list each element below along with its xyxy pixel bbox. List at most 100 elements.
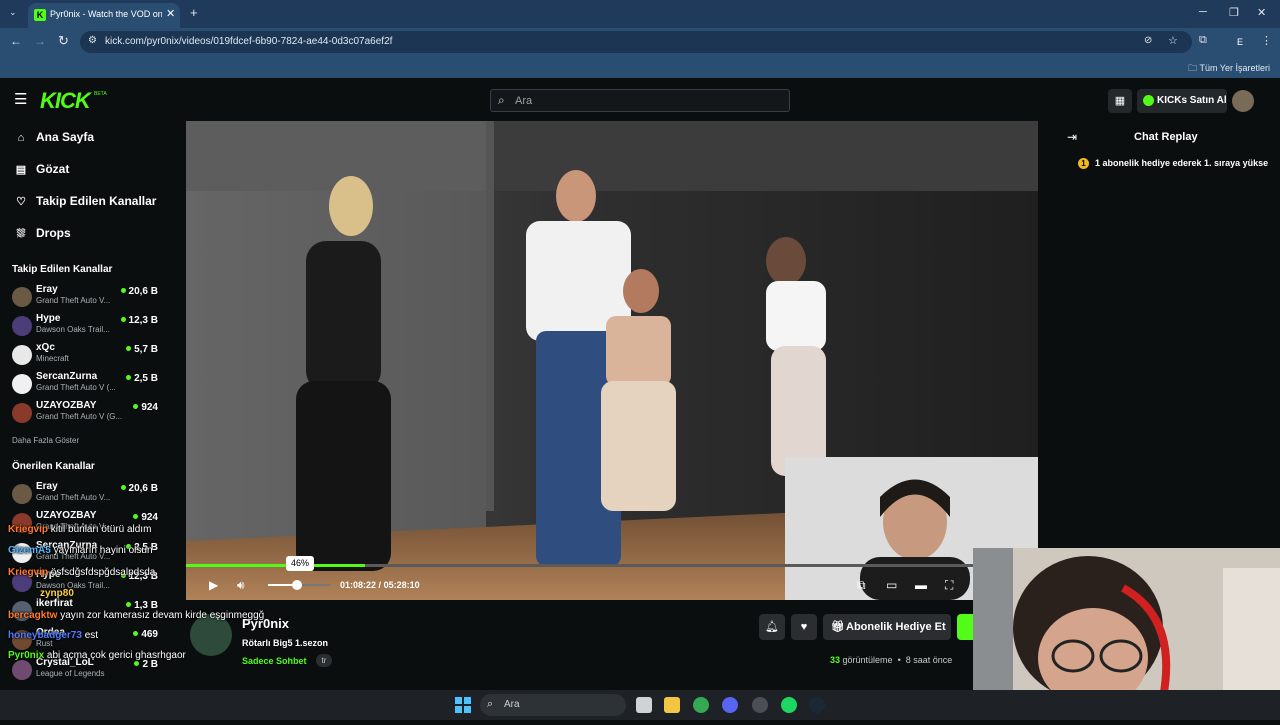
camera-blocked-icon[interactable]: ⊘ — [1144, 35, 1152, 46]
new-tab-icon[interactable]: + — [190, 5, 198, 20]
theater-mode-icon[interactable]: ▬ — [915, 578, 927, 592]
home-icon: ⌂ — [17, 132, 25, 144]
close-window-icon[interactable]: ✕ — [1257, 6, 1266, 19]
search-icon: ⌕ — [487, 698, 494, 710]
chat-text: yayınların hayini olsun — [53, 545, 153, 556]
category-link[interactable]: Sadece Sohbet — [242, 656, 307, 666]
bookmarks-bar: 🗀 Tüm Yer İşaretleri — [0, 56, 1280, 78]
channel-game: League of Legends — [36, 669, 105, 678]
chrome-icon[interactable] — [693, 697, 709, 713]
fullscreen-icon[interactable]: ⛶ — [945, 578, 953, 593]
followed-channel[interactable]: Hype Dawson Oaks Trail... 12,3 B — [10, 313, 162, 341]
volume-slider-handle[interactable] — [291, 580, 302, 590]
reload-icon[interactable]: ↻ — [58, 33, 69, 49]
channel-viewers: 12,3 B — [120, 315, 158, 326]
channel-name: UZAYOZBAY — [36, 400, 97, 411]
follow-heart-button[interactable]: ♥ — [791, 614, 817, 640]
miniplayer-icon[interactable]: ⧉ — [857, 578, 866, 593]
back-icon[interactable]: ← — [10, 34, 22, 48]
profile-icon[interactable]: E — [1231, 34, 1249, 50]
clip-icon[interactable]: ▭ — [886, 578, 897, 592]
channel-viewers: 20,6 B — [120, 483, 158, 494]
buy-kicks-button[interactable]: KICKs Satın Al — [1137, 89, 1227, 113]
url-field[interactable]: ⚙ kick.com/pyr0nix/videos/019fdcef-6b90-… — [80, 31, 1192, 53]
live-dot-icon — [126, 375, 132, 380]
followed-channel[interactable]: Eray Grand Theft Auto V... 20,6 B — [10, 284, 162, 312]
collapse-chat-icon[interactable]: ⇥ — [1067, 130, 1077, 144]
user-avatar[interactable] — [1232, 90, 1254, 112]
live-dot-icon — [126, 346, 132, 351]
channel-avatar — [12, 660, 32, 680]
play-icon[interactable]: ▶ — [209, 578, 218, 592]
site-header: ☰ KICK BETA ⌕ Ara ▦ KICKs Satın Al — [0, 81, 1280, 121]
search-input[interactable]: ⌕ Ara — [490, 89, 790, 112]
taskbar-search[interactable]: ⌕ Ara — [480, 694, 626, 716]
hamburger-menu-icon[interactable]: ☰ — [14, 90, 27, 108]
time-display: 01:08:22 / 05:28:10 — [340, 580, 420, 590]
tab-list-chevron-icon[interactable]: ⌄ — [9, 7, 17, 18]
followed-channel[interactable]: UZAYOZBAY Grand Theft Auto V (G... 924 — [10, 400, 162, 428]
drops-icon: ⛆ — [16, 228, 26, 240]
chat-username: Pyr0nix — [8, 650, 45, 661]
viewer-count: 5,7 B — [134, 344, 158, 355]
menu-dots-icon[interactable]: ⋮ — [1261, 34, 1272, 47]
pinned-text: 1 abonelik hediye ederek 1. sıraya yükse… — [1095, 158, 1268, 168]
channel-name: UZAYOZBAY — [36, 510, 97, 521]
channel-game: Dawson Oaks Trail... — [36, 325, 110, 334]
windows-start-icon[interactable] — [455, 697, 471, 713]
minimize-icon[interactable]: ─ — [1199, 6, 1207, 18]
channel-game: Grand Theft Auto V... — [36, 493, 111, 502]
viewer-count: 924 — [141, 402, 158, 413]
all-bookmarks-link[interactable]: 🗀 Tüm Yer İşaretleri — [1188, 61, 1270, 77]
folder-icon: 🗀 — [1188, 63, 1200, 73]
channel-name: ikerfirat — [36, 598, 73, 609]
site-info-icon[interactable]: ⚙ — [88, 35, 97, 46]
time-ago: 8 saat önce — [905, 655, 953, 665]
gift-sub-button[interactable]: 🎁︎ Abonelik Hediye Et — [823, 614, 951, 640]
nav-browse-label: Gözat — [36, 162, 70, 176]
kick-logo[interactable]: KICK — [40, 88, 91, 114]
chat-username: honeybadger73 — [8, 630, 82, 641]
steam-icon[interactable] — [809, 697, 825, 713]
channel-avatar — [12, 403, 32, 423]
extensions-icon[interactable]: ⧉ — [1199, 34, 1207, 47]
recommended-channel[interactable]: Crystal_LoL League of Legends 2 B — [10, 657, 162, 685]
channel-game: Minecraft — [36, 354, 69, 363]
language-tag[interactable]: tr — [316, 654, 332, 667]
viewer-count: 20,6 B — [128, 483, 158, 494]
volume-tooltip: 46% — [286, 556, 314, 571]
volume-icon[interactable]: 🔊︎ — [237, 578, 245, 593]
forward-icon[interactable]: → — [34, 34, 46, 48]
channel-avatar — [12, 484, 32, 504]
viewer-count: 2,5 B — [134, 373, 158, 384]
discord-icon[interactable] — [722, 697, 738, 713]
address-bar-row: ← → ↻ ⚙ kick.com/pyr0nix/videos/019fdcef… — [0, 28, 1280, 56]
chat-text: est — [84, 630, 99, 641]
viewer-count: 20,6 B — [128, 286, 158, 297]
recommended-channel[interactable]: Eray Grand Theft Auto V... 20,6 B — [10, 481, 162, 509]
nav-home[interactable]: ⌂ Ana Sayfa — [14, 130, 94, 144]
dashboard-button[interactable]: ▦ — [1108, 89, 1132, 113]
spotify-icon[interactable] — [781, 697, 797, 713]
followed-channel[interactable]: SercanZurna Grand Theft Auto V (... 2,5 … — [10, 371, 162, 399]
show-more-link[interactable]: Daha Fazla Göster — [12, 436, 79, 445]
nav-drops-label: Drops — [36, 226, 71, 240]
channel-viewers: 5,7 B — [126, 344, 158, 355]
file-explorer-icon[interactable] — [664, 697, 680, 713]
chat-text: abi açma çok gerici ghasrhgaor — [46, 650, 186, 661]
browser-tab[interactable]: K Pyr0nix - Watch the VOD on Kick ✕ — [28, 3, 180, 28]
channel-viewers: 469 — [133, 629, 158, 640]
sub-coin-icon: 1 — [1078, 158, 1089, 169]
notification-button[interactable]: 🔔︎ — [759, 614, 785, 640]
channel-game: Grand Theft Auto V (G... — [36, 412, 123, 421]
nav-browse[interactable]: ▤ Gözat — [14, 162, 70, 176]
obs-icon[interactable] — [752, 697, 768, 713]
followed-channel[interactable]: xQc Minecraft 5,7 B — [10, 342, 162, 370]
restore-icon[interactable]: ❐ — [1229, 6, 1239, 19]
bookmark-star-icon[interactable]: ☆ — [1168, 34, 1178, 47]
nav-drops[interactable]: ⛆ Drops — [14, 226, 71, 241]
close-tab-icon[interactable]: ✕ — [166, 7, 175, 20]
nav-following[interactable]: ♡ Takip Edilen Kanallar — [14, 194, 156, 208]
task-view-icon[interactable] — [636, 697, 652, 713]
pinned-gift-banner[interactable]: 1 1 abonelik hediye ederek 1. sıraya yüks… — [1078, 158, 1268, 169]
